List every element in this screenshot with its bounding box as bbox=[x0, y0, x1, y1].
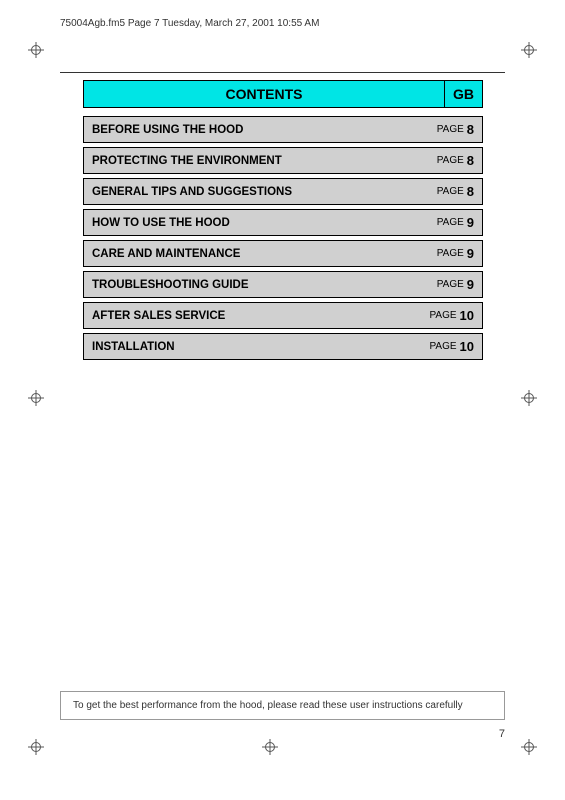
reg-mark-bot-center bbox=[262, 739, 278, 755]
page-number: 7 bbox=[499, 728, 505, 740]
row-page: PAGE9 bbox=[412, 210, 482, 235]
page-word: PAGE bbox=[437, 248, 464, 259]
table-row: HOW TO USE THE HOODPAGE9 bbox=[83, 209, 483, 236]
table-row: INSTALLATION PAGE 10 bbox=[83, 333, 483, 360]
reg-mark-mid-right bbox=[521, 390, 537, 406]
reg-mark-top-left bbox=[28, 42, 44, 58]
table-row: GENERAL TIPS AND SUGGESTIONSPAGE8 bbox=[83, 178, 483, 205]
row-label: INSTALLATION bbox=[84, 334, 412, 359]
row-page: PAGE9 bbox=[412, 272, 482, 297]
reg-mark-top-right bbox=[521, 42, 537, 58]
table-container: BEFORE USING THE HOODPAGE8PROTECTING THE… bbox=[83, 116, 483, 360]
contents-gb-label: GB bbox=[444, 80, 483, 108]
row-label: AFTER SALES SERVICE bbox=[84, 303, 412, 328]
row-page: PAGE8 bbox=[412, 117, 482, 142]
table-row: AFTER SALES SERVICE PAGE 10 bbox=[83, 302, 483, 329]
page-num: 8 bbox=[467, 122, 474, 137]
row-label: GENERAL TIPS AND SUGGESTIONS bbox=[84, 179, 412, 204]
row-label: HOW TO USE THE HOOD bbox=[84, 210, 412, 235]
page-word: PAGE bbox=[437, 124, 464, 135]
page-num: 9 bbox=[467, 215, 474, 230]
page-num: 9 bbox=[467, 277, 474, 292]
page-num: 9 bbox=[467, 246, 474, 261]
page-word: PAGE bbox=[429, 341, 456, 352]
reg-mark-bot-right bbox=[521, 739, 537, 755]
row-label: CARE AND MAINTENANCE bbox=[84, 241, 412, 266]
footer-note: To get the best performance from the hoo… bbox=[60, 691, 505, 720]
footer-note-text: To get the best performance from the hoo… bbox=[73, 700, 463, 711]
page: 75004Agb.fm5 Page 7 Tuesday, March 27, 2… bbox=[0, 0, 565, 800]
table-row: CARE AND MAINTENANCEPAGE9 bbox=[83, 240, 483, 267]
header-filename: 75004Agb.fm5 Page 7 Tuesday, March 27, 2… bbox=[60, 18, 319, 29]
row-page: PAGE8 bbox=[412, 179, 482, 204]
table-row: TROUBLESHOOTING GUIDEPAGE9 bbox=[83, 271, 483, 298]
row-label: TROUBLESHOOTING GUIDE bbox=[84, 272, 412, 297]
page-word: PAGE bbox=[437, 217, 464, 228]
reg-mark-mid-left bbox=[28, 390, 44, 406]
page-word: PAGE bbox=[429, 310, 456, 321]
row-page: PAGE9 bbox=[412, 241, 482, 266]
page-num: 8 bbox=[467, 153, 474, 168]
row-page: PAGE8 bbox=[412, 148, 482, 173]
content-area: CONTENTS GB BEFORE USING THE HOODPAGE8PR… bbox=[83, 80, 483, 364]
row-label: PROTECTING THE ENVIRONMENT bbox=[84, 148, 412, 173]
header-divider bbox=[60, 72, 505, 73]
row-page: PAGE 10 bbox=[412, 303, 482, 328]
contents-title: CONTENTS bbox=[83, 80, 444, 108]
page-num: 8 bbox=[467, 184, 474, 199]
table-row: BEFORE USING THE HOODPAGE8 bbox=[83, 116, 483, 143]
page-num: 10 bbox=[460, 339, 474, 354]
row-label: BEFORE USING THE HOOD bbox=[84, 117, 412, 142]
page-num: 10 bbox=[460, 308, 474, 323]
reg-mark-bot-left bbox=[28, 739, 44, 755]
page-word: PAGE bbox=[437, 155, 464, 166]
contents-header-row: CONTENTS GB bbox=[83, 80, 483, 108]
row-page: PAGE 10 bbox=[412, 334, 482, 359]
table-row: PROTECTING THE ENVIRONMENTPAGE8 bbox=[83, 147, 483, 174]
page-word: PAGE bbox=[437, 186, 464, 197]
page-word: PAGE bbox=[437, 279, 464, 290]
header-bar: 75004Agb.fm5 Page 7 Tuesday, March 27, 2… bbox=[60, 18, 505, 29]
